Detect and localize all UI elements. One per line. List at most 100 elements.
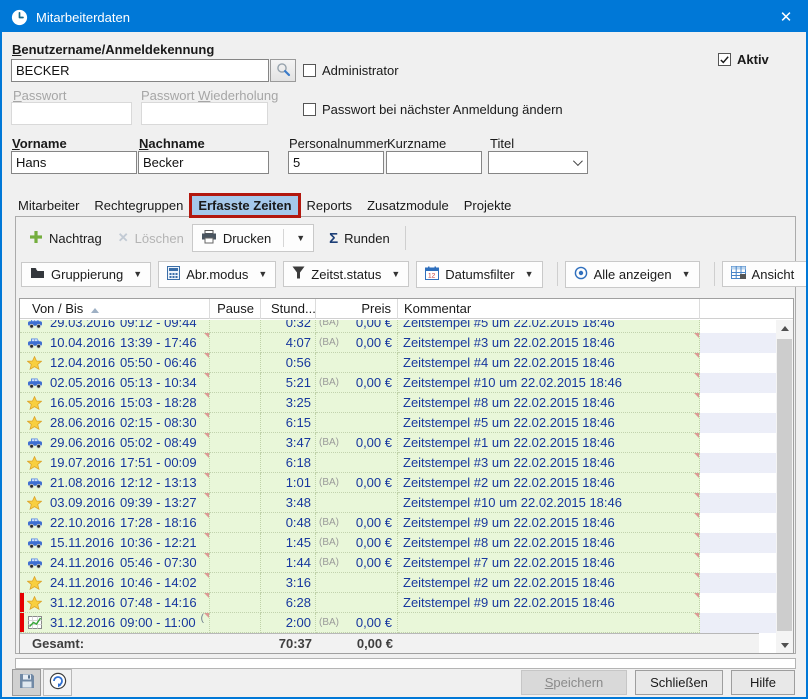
personalnummer-label: Personalnummer	[289, 136, 388, 151]
zeitststatus-dropdown[interactable]: Zeitst.status ▼	[283, 261, 409, 287]
star-icon	[26, 356, 43, 370]
passwort-aendern-checkbox[interactable]: Passwort bei nächster Anmeldung ändern	[303, 102, 563, 117]
cell-empty	[700, 333, 776, 353]
table-row[interactable]: 24.11.201605:46 - 07:301:44(BA)0,00 €Zei…	[20, 553, 776, 573]
clock-app-icon	[11, 9, 28, 26]
table-row[interactable]: 15.11.201610:36 - 12:211:45(BA)0,00 €Zei…	[20, 533, 776, 553]
cell-pause	[210, 593, 261, 613]
titlebar: Mitarbeiterdaten ✕	[2, 2, 806, 32]
row-kommentar: Zeitstempel #8 um 22.02.2015 18:46	[403, 535, 615, 550]
tab-reports[interactable]: Reports	[301, 196, 359, 215]
table-row[interactable]: 16.05.201615:03 - 18:283:25Zeitstempel #…	[20, 393, 776, 413]
note-marker	[204, 593, 209, 598]
cell-empty	[700, 453, 776, 473]
cell-kommentar	[398, 613, 700, 633]
alle-anzeigen-dropdown[interactable]: Alle anzeigen ▼	[565, 261, 700, 288]
note-marker	[694, 453, 699, 458]
column-header-pause[interactable]: Pause	[210, 299, 261, 319]
speichern-button[interactable]: Speichern	[521, 670, 627, 695]
drucken-label: Drucken	[223, 231, 271, 246]
ansicht-dropdown[interactable]: Ansicht ▼	[722, 261, 808, 287]
schliessen-button[interactable]: Schließen	[635, 670, 723, 695]
car-icon	[26, 337, 43, 349]
table-row[interactable]: 29.03.201609:12 - 09:440:32(BA)0,00 €Zei…	[20, 320, 776, 333]
nachtrag-button[interactable]: Nachtrag	[21, 226, 110, 251]
titel-select[interactable]	[488, 151, 588, 174]
table-row[interactable]: 31.12.201609:00 - 11:00(2:00(BA)0,00 €	[20, 613, 776, 633]
toolbar-separator	[557, 262, 558, 286]
tab-erfasste-zeiten[interactable]: Erfasste Zeiten	[192, 196, 297, 215]
kurzname-input[interactable]	[386, 151, 482, 174]
runden-button[interactable]: Σ Runden	[321, 227, 398, 250]
note-marker	[204, 453, 209, 458]
personalnummer-input[interactable]	[288, 151, 384, 174]
column-header-von-bis[interactable]: Von / Bis	[20, 299, 210, 319]
tab-rechtegruppen[interactable]: Rechtegruppen	[88, 196, 189, 215]
drucken-button[interactable]: Drucken ▼	[192, 224, 314, 252]
row-time-range: 15:03 - 18:28	[120, 395, 197, 410]
table-row[interactable]: 28.06.201602:15 - 08:306:15Zeitstempel #…	[20, 413, 776, 433]
hilfe-button[interactable]: Hilfe	[731, 670, 795, 695]
table-row[interactable]: 10.04.201613:39 - 17:464:07(BA)0,00 €Zei…	[20, 333, 776, 353]
cell-stunden: 0:48	[261, 513, 316, 533]
cell-pause	[210, 613, 261, 633]
tab-zusatzmodule[interactable]: Zusatzmodule	[361, 196, 455, 215]
column-header-stunden[interactable]: Stund...	[261, 299, 316, 319]
abrmodus-dropdown[interactable]: Abr.modus ▼	[158, 261, 276, 288]
gruppierung-dropdown[interactable]: Gruppierung ▼	[21, 262, 151, 287]
zeiten-table: Von / Bis Pause Stund... Preis Kommentar…	[19, 298, 794, 654]
cell-pause	[210, 553, 261, 573]
nachname-input[interactable]	[138, 151, 269, 174]
note-marker	[204, 433, 209, 438]
cell-empty	[700, 573, 776, 593]
vorname-input[interactable]	[11, 151, 137, 174]
car-icon	[26, 377, 43, 389]
table-row[interactable]: 31.12.201607:48 - 14:166:28Zeitstempel #…	[20, 593, 776, 613]
column-header-preis[interactable]: Preis	[316, 299, 398, 319]
scroll-down-icon[interactable]	[776, 637, 793, 653]
save-icon-button[interactable]	[12, 669, 41, 696]
split-divider	[283, 229, 284, 247]
search-user-button[interactable]	[270, 59, 296, 82]
cell-preis: (BA)0,00 €	[316, 433, 398, 453]
table-row[interactable]: 24.11.201610:46 - 14:023:16Zeitstempel #…	[20, 573, 776, 593]
scrollbar-thumb[interactable]	[777, 339, 792, 631]
cell-pause	[210, 333, 261, 353]
administrator-checkbox[interactable]: Administrator	[303, 63, 399, 78]
table-row[interactable]: 12.04.201605:50 - 06:460:56Zeitstempel #…	[20, 353, 776, 373]
toolbar-filters: Gruppierung ▼ Abr.modus ▼ Zeitst.status …	[21, 259, 808, 289]
username-input[interactable]	[11, 59, 269, 82]
row-preis: 0,00 €	[356, 375, 397, 390]
datumsfilter-dropdown[interactable]: 12 Datumsfilter ▼	[416, 261, 542, 288]
tab-projekte[interactable]: Projekte	[458, 196, 518, 215]
table-view-icon	[731, 266, 746, 282]
car-icon	[26, 477, 43, 489]
gesamt-preis: 0,00 €	[316, 636, 398, 651]
passwort-input[interactable]	[11, 102, 132, 125]
refresh-icon-button[interactable]	[43, 669, 72, 696]
cell-preis: (BA)0,00 €	[316, 333, 398, 353]
cell-empty	[700, 593, 776, 613]
vertical-scrollbar[interactable]	[776, 320, 793, 653]
loeschen-button[interactable]: ✕ Löschen	[110, 226, 192, 250]
row-date: 16.05.2016	[50, 395, 120, 410]
table-row[interactable]: 21.08.201612:12 - 13:131:01(BA)0,00 €Zei…	[20, 473, 776, 493]
aktiv-checkbox[interactable]: Aktiv	[718, 52, 769, 67]
nachname-label: Nachname	[139, 136, 205, 151]
cell-von-bis: 29.06.201605:02 - 08:49	[20, 433, 210, 453]
column-header-kommentar[interactable]: Kommentar	[398, 299, 700, 319]
note-marker	[204, 373, 209, 378]
horizontal-scrollbar-track[interactable]	[15, 658, 796, 669]
passwort-wiederholung-input[interactable]	[141, 102, 268, 125]
table-row[interactable]: 29.06.201605:02 - 08:493:47(BA)0,00 €Zei…	[20, 433, 776, 453]
scroll-up-icon[interactable]	[776, 320, 793, 336]
table-row[interactable]: 02.05.201605:13 - 10:345:21(BA)0,00 €Zei…	[20, 373, 776, 393]
tab-mitarbeiter[interactable]: Mitarbeiter	[12, 196, 85, 215]
table-row[interactable]: 03.09.201609:39 - 13:273:48Zeitstempel #…	[20, 493, 776, 513]
table-row[interactable]: 19.07.201617:51 - 00:096:18Zeitstempel #…	[20, 453, 776, 473]
dropdown-arrow-icon: ▼	[133, 269, 142, 279]
close-button[interactable]: ✕	[766, 8, 806, 26]
table-row[interactable]: 22.10.201617:28 - 18:160:48(BA)0,00 €Zei…	[20, 513, 776, 533]
cell-kommentar: Zeitstempel #7 um 22.02.2015 18:46	[398, 553, 700, 573]
cell-preis	[316, 453, 398, 473]
